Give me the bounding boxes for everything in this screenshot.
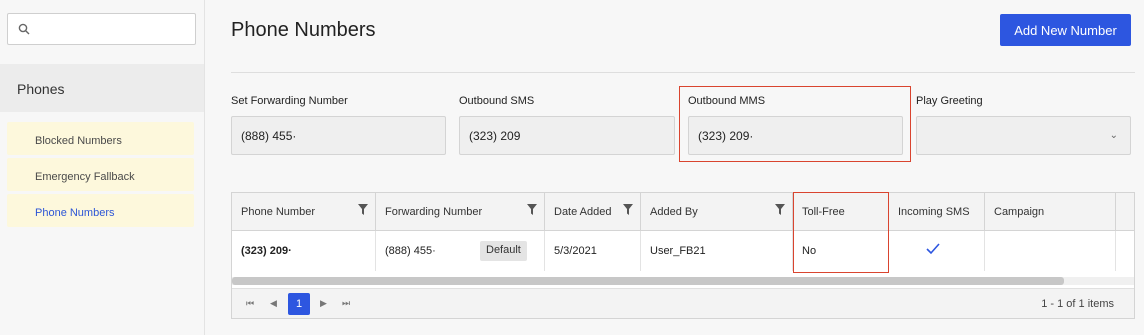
sidebar-section-phones[interactable]: Phones — [0, 64, 204, 112]
scrollbar-thumb[interactable] — [232, 277, 1064, 285]
outbound-sms-label: Outbound SMS — [459, 95, 535, 107]
filter-icon[interactable] — [623, 204, 633, 215]
cell-date-added: 5/3/2021 — [545, 231, 641, 271]
filter-icon[interactable] — [527, 204, 537, 215]
cell-phone-number: (323) 209· — [232, 231, 376, 271]
sidebar-item-blocked-numbers[interactable]: Blocked Numbers — [7, 122, 194, 155]
cell-incoming-sms — [889, 231, 985, 271]
default-badge: Default — [480, 241, 527, 261]
first-page-icon[interactable]: ⏮ — [246, 298, 254, 309]
table-header: Phone Number Forwarding Number Date Adde… — [232, 193, 1134, 231]
column-header-label: Incoming SMS — [898, 206, 970, 218]
column-added-by[interactable]: Added By — [641, 193, 793, 230]
last-page-icon[interactable]: ⏭ — [342, 298, 350, 309]
pagination-info: 1 - 1 of 1 items — [1041, 298, 1114, 310]
sidebar: Phones Blocked Numbers Emergency Fallbac… — [0, 0, 205, 335]
play-greeting-label: Play Greeting — [916, 95, 983, 107]
column-incoming-sms[interactable]: Incoming SMS — [889, 193, 985, 230]
highlight-outbound-mms — [679, 86, 911, 162]
forwarding-number-value: (888) 455· — [385, 245, 436, 257]
horizontal-scrollbar[interactable] — [232, 277, 1134, 285]
search-input[interactable] — [7, 13, 196, 45]
page-title: Phone Numbers — [231, 19, 376, 41]
highlight-toll-free — [793, 192, 889, 273]
outbound-sms-field[interactable]: (323) 209 — [459, 116, 675, 155]
column-date-added[interactable]: Date Added — [545, 193, 641, 230]
divider — [231, 72, 1135, 73]
chevron-down-icon: ⌄ — [1109, 130, 1118, 141]
next-page-icon[interactable]: ▶ — [320, 298, 327, 309]
forwarding-number-label: Set Forwarding Number — [231, 95, 348, 107]
column-header-label: Date Added — [554, 206, 612, 218]
sidebar-item-phone-numbers[interactable]: Phone Numbers — [7, 194, 194, 227]
sidebar-item-emergency-fallback[interactable]: Emergency Fallback — [7, 158, 194, 191]
column-header-label: Added By — [650, 206, 698, 218]
cell-campaign — [985, 231, 1116, 271]
prev-page-icon[interactable]: ◀ — [270, 298, 277, 309]
search-icon — [18, 23, 30, 35]
cell-forwarding-number: (888) 455· Default — [376, 231, 545, 271]
sidebar-subnav: Blocked Numbers Emergency Fallback Phone… — [7, 122, 194, 230]
cell-added-by: User_FB21 — [641, 231, 793, 271]
page-button-current[interactable]: 1 — [288, 293, 310, 315]
column-phone-number[interactable]: Phone Number — [232, 193, 376, 230]
phone-numbers-grid: Phone Number Forwarding Number Date Adde… — [231, 192, 1135, 319]
main-content: Phone Numbers Add New Number Set Forward… — [205, 0, 1144, 335]
play-greeting-select[interactable]: ⌄ — [916, 116, 1131, 155]
pagination: ⏮ ◀ 1 ▶ ⏭ 1 - 1 of 1 items — [232, 288, 1134, 318]
add-new-number-button[interactable]: Add New Number — [1000, 14, 1131, 46]
forwarding-number-field[interactable]: (888) 455· — [231, 116, 446, 155]
filter-icon[interactable] — [775, 204, 785, 215]
table-row[interactable]: (323) 209· (888) 455· Default 5/3/2021 U… — [232, 231, 1134, 271]
column-campaign[interactable]: Campaign — [985, 193, 1116, 230]
filter-icon[interactable] — [358, 204, 368, 215]
column-forwarding-number[interactable]: Forwarding Number — [376, 193, 545, 230]
column-header-label: Phone Number — [241, 206, 315, 218]
column-header-label: Forwarding Number — [385, 206, 483, 218]
checkmark-icon — [926, 243, 940, 255]
column-header-label: Campaign — [994, 206, 1045, 218]
